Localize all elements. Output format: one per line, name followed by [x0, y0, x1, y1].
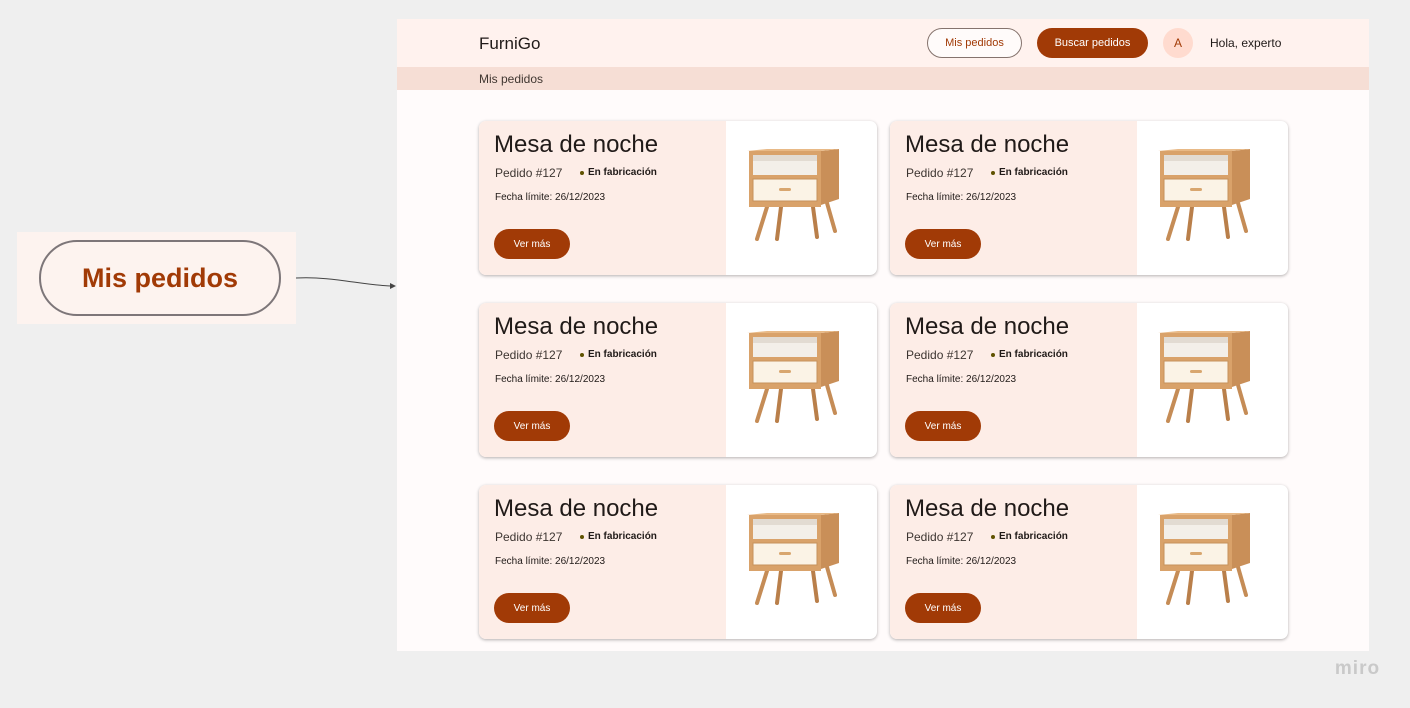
app-frame: FurniGo Mis pedidos Buscar pedidos A Hol… [397, 19, 1369, 651]
connector-arrow-icon [295, 277, 396, 289]
status-label: En fabricación [999, 531, 1068, 542]
order-deadline: Fecha límite: 26/12/2023 [906, 192, 1017, 203]
order-card-title: Mesa de noche [494, 495, 659, 522]
order-number: Pedido #127 [495, 530, 563, 544]
nightstand-image [747, 331, 839, 423]
nightstand-image [1158, 331, 1250, 423]
status-badge: En fabricación [991, 349, 1068, 360]
breadcrumb-current: Mis pedidos [479, 72, 544, 86]
order-card-info: Mesa de noche Pedido #127 En fabricación Fe… [479, 121, 726, 275]
order-deadline: Fecha límite: 26/12/2023 [906, 374, 1017, 385]
order-deadline: Fecha límite: 26/12/2023 [495, 192, 606, 203]
see-more-button[interactable]: Ver más [494, 229, 570, 259]
nightstand-image [1158, 513, 1250, 605]
callout-my-orders-button: Mis pedidos [39, 240, 281, 316]
my-orders-button[interactable]: Mis pedidos [927, 28, 1022, 58]
status-label: En fabricación [588, 349, 657, 360]
order-card: Mesa de noche Pedido #127 En fabricación Fe… [479, 121, 877, 275]
status-dot-icon [991, 352, 995, 357]
nightstand-image [747, 513, 839, 605]
order-card-title: Mesa de noche [905, 495, 1070, 522]
order-number: Pedido #127 [906, 530, 974, 544]
order-card-info: Mesa de noche Pedido #127 En fabricación Fe… [890, 303, 1137, 457]
order-card-title: Mesa de noche [494, 131, 659, 158]
order-card-info: Mesa de noche Pedido #127 En fabricación Fe… [479, 303, 726, 457]
nightstand-image [747, 149, 839, 241]
status-dot-icon [580, 352, 584, 357]
status-label: En fabricación [999, 167, 1068, 178]
status-dot-icon [991, 170, 995, 175]
user-greeting: Hola, experto [1210, 36, 1282, 50]
status-dot-icon [580, 534, 584, 539]
status-badge: En fabricación [580, 349, 657, 360]
order-card-title: Mesa de noche [494, 313, 659, 340]
order-number: Pedido #127 [906, 166, 974, 180]
status-badge: En fabricación [580, 531, 657, 542]
order-card: Mesa de noche Pedido #127 En fabricación Fe… [890, 303, 1288, 457]
order-card-info: Mesa de noche Pedido #127 En fabricación Fe… [890, 485, 1137, 639]
status-badge: En fabricación [580, 167, 657, 178]
avatar[interactable]: A [1163, 28, 1193, 58]
status-dot-icon [991, 534, 995, 539]
order-deadline: Fecha límite: 26/12/2023 [906, 556, 1017, 567]
order-card-info: Mesa de noche Pedido #127 En fabricación Fe… [479, 485, 726, 639]
status-label: En fabricación [999, 349, 1068, 360]
status-label: En fabricación [588, 167, 657, 178]
see-more-button[interactable]: Ver más [905, 411, 981, 441]
order-number: Pedido #127 [495, 348, 563, 362]
order-card-title: Mesa de noche [905, 131, 1070, 158]
order-number: Pedido #127 [906, 348, 974, 362]
top-app-bar: FurniGo Mis pedidos Buscar pedidos A Hol… [397, 19, 1369, 67]
status-label: En fabricación [588, 531, 657, 542]
see-more-button[interactable]: Ver más [905, 229, 981, 259]
search-orders-button[interactable]: Buscar pedidos [1037, 28, 1148, 58]
order-card: Mesa de noche Pedido #127 En fabricación Fe… [479, 485, 877, 639]
status-badge: En fabricación [991, 531, 1068, 542]
brand-logo[interactable]: FurniGo [479, 34, 540, 54]
status-dot-icon [580, 170, 584, 175]
see-more-button[interactable]: Ver más [905, 593, 981, 623]
order-card-title: Mesa de noche [905, 313, 1070, 340]
nightstand-image [1158, 149, 1250, 241]
see-more-button[interactable]: Ver más [494, 411, 570, 441]
status-badge: En fabricación [991, 167, 1068, 178]
see-more-button[interactable]: Ver más [494, 593, 570, 623]
order-deadline: Fecha límite: 26/12/2023 [495, 556, 606, 567]
miro-watermark: miro [1334, 658, 1381, 679]
zoom-callout: Mis pedidos [17, 232, 296, 324]
order-deadline: Fecha límite: 26/12/2023 [495, 374, 606, 385]
order-card-info: Mesa de noche Pedido #127 En fabricación Fe… [890, 121, 1137, 275]
order-card: Mesa de noche Pedido #127 En fabricación Fe… [890, 121, 1288, 275]
breadcrumb: Mis pedidos [397, 67, 1369, 90]
order-number: Pedido #127 [495, 166, 563, 180]
order-card: Mesa de noche Pedido #127 En fabricación Fe… [479, 303, 877, 457]
order-card: Mesa de noche Pedido #127 En fabricación Fe… [890, 485, 1288, 639]
